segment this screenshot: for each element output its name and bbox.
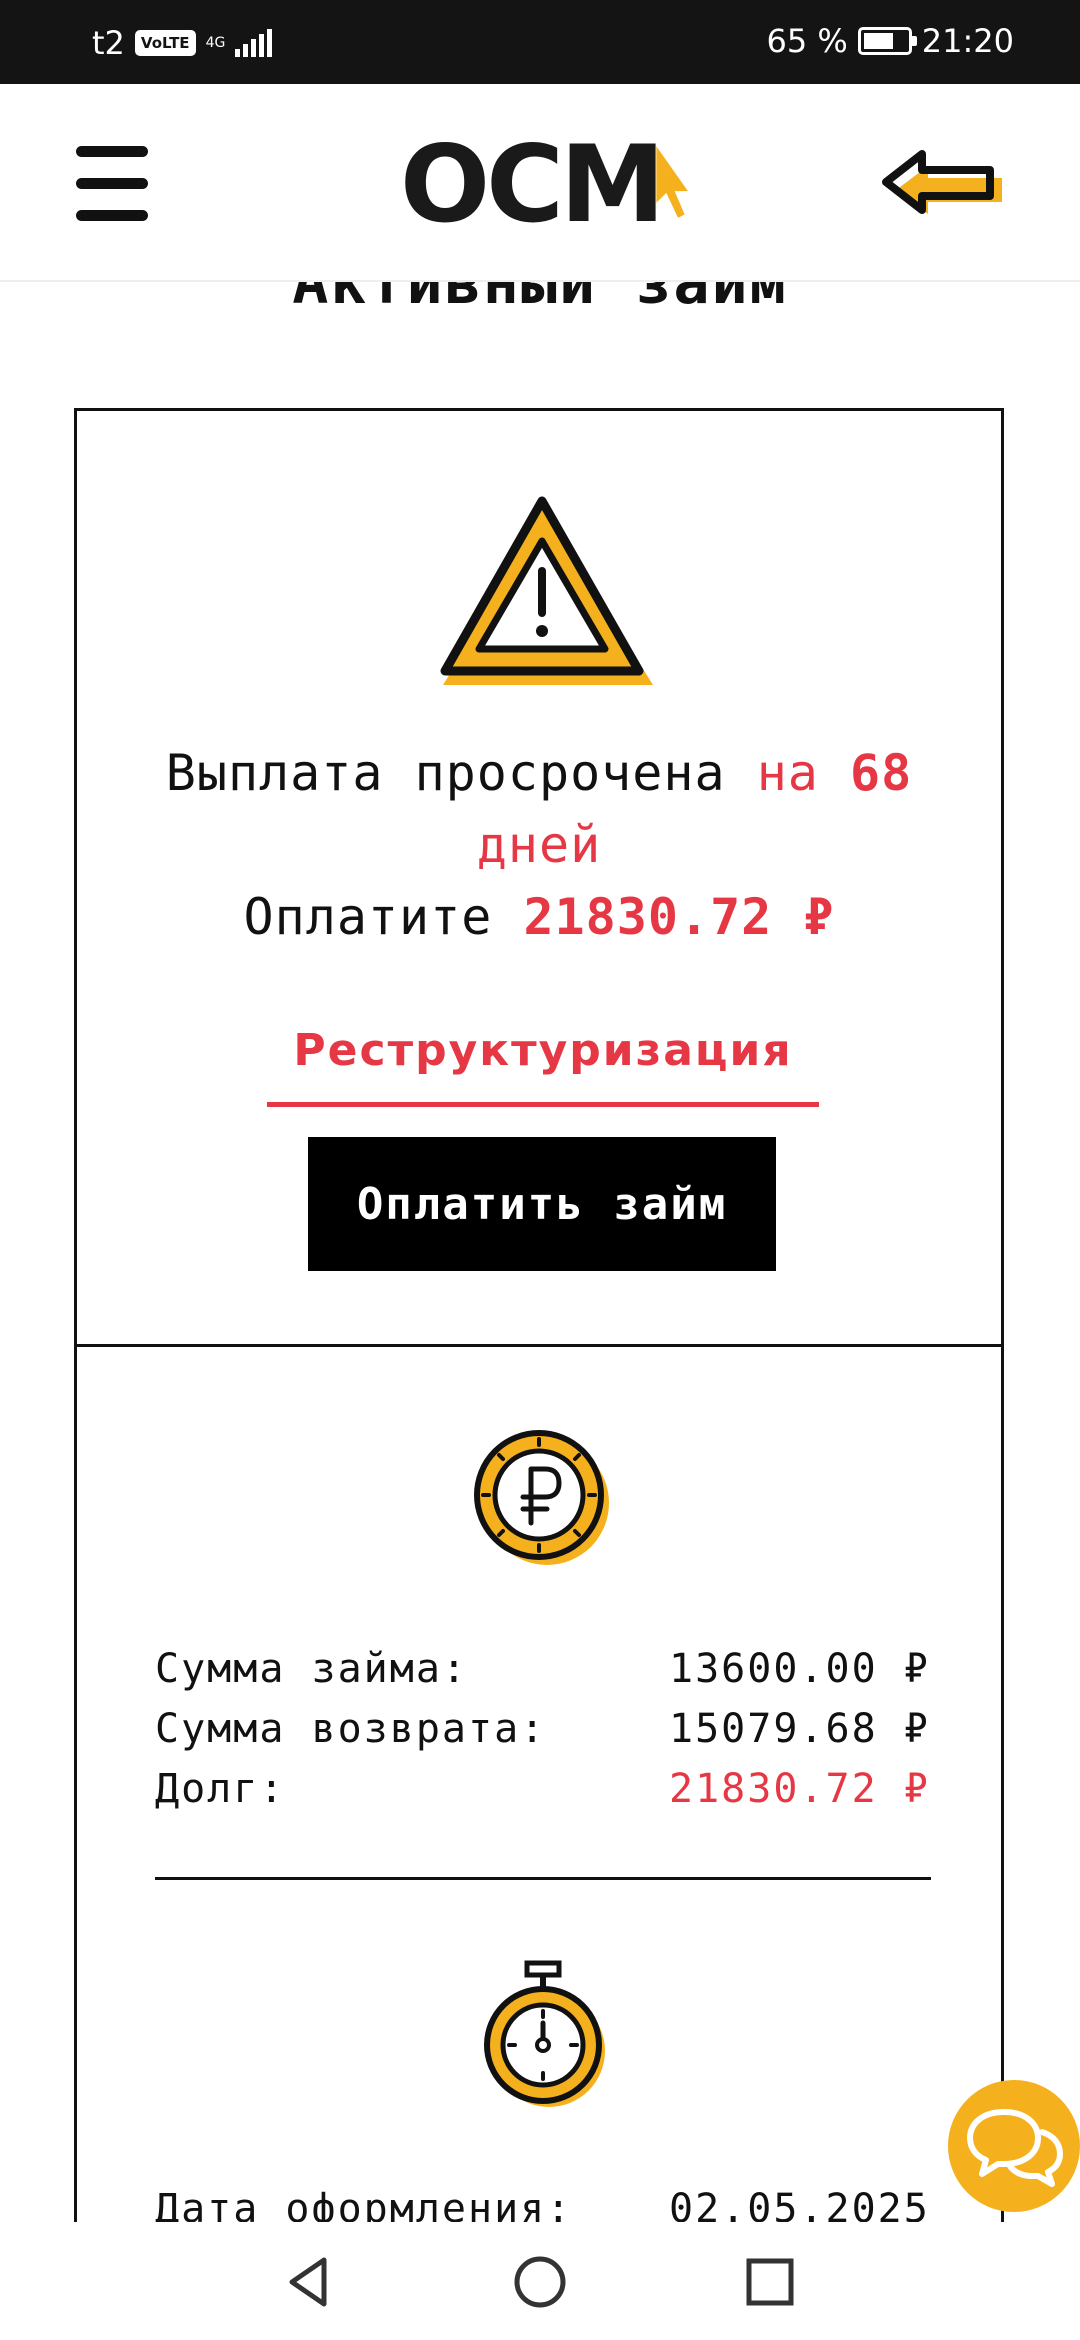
network-type: 4G [205,35,226,51]
stopwatch-icon [484,1960,605,2107]
warning-icon [440,496,653,685]
chat-support-button[interactable] [948,2080,1080,2212]
pay-loan-button[interactable]: Оплатить займ [308,1137,776,1271]
arrow-left-icon[interactable] [878,144,1002,224]
app-header: OCM [0,84,1080,282]
overdue-prefix: Выплата просрочена [165,744,757,802]
row-value: 15079.68 ₽ [669,1706,930,1752]
clock: 21:20 [921,22,1014,60]
overdue-section: Выплата просрочена на 68 дней Оплатите 2… [77,411,1001,1347]
cursor-arrow-icon [656,146,689,218]
row-label: Сумма займа: [155,1646,468,1692]
carrier-label: t2 [92,24,125,62]
overdue-days-word: дней [476,816,602,874]
status-right: 65 % 21:20 [766,22,1014,60]
pay-amount-line: Оплатите 21830.72 ₽ [77,881,1001,953]
overdue-days-count: 68 [850,744,913,802]
overdue-on: на [756,744,851,802]
ruble-coin-icon [474,1430,609,1565]
status-bar: t2 VoLTE 4G 65 % 21:20 [0,0,1080,84]
list-item: Долг: 21830.72 ₽ [155,1759,931,1819]
battery-percent: 65 % [766,22,848,60]
chat-bubbles-icon [967,2109,1063,2187]
pay-amount: 21830.72 ₽ [523,888,835,946]
row-value: 13600.00 ₽ [669,1646,930,1692]
logo-text: OCM [400,123,665,246]
volte-badge: VoLTE [134,30,196,56]
battery-icon [857,27,917,55]
pay-label: Оплатите [243,888,524,946]
loan-details-list: Сумма займа: 13600.00 ₽ Сумма возврата: … [155,1639,931,1819]
list-item: Сумма займа: 13600.00 ₽ [155,1639,931,1699]
row-label: Сумма возврата: [155,1706,547,1752]
overdue-message: Выплата просрочена на 68 дней [77,737,1001,881]
divider [155,1877,931,1880]
status-left: t2 VoLTE 4G [92,24,273,62]
brand-logo[interactable]: OCM [400,130,690,240]
signal-icon [235,29,273,57]
loan-card: Выплата просрочена на 68 дней Оплатите 2… [74,408,1004,2268]
back-nav-icon[interactable] [280,2252,340,2312]
system-nav-bar [0,2222,1080,2340]
restructure-link[interactable]: Реструктуризация [267,1001,819,1107]
hamburger-menu-icon[interactable] [72,146,152,222]
debt-value: 21830.72 ₽ [669,1766,930,1812]
row-label: Долг: [155,1766,286,1812]
recents-nav-icon[interactable] [740,2252,800,2312]
home-nav-icon[interactable] [510,2252,570,2312]
list-item: Сумма возврата: 15079.68 ₽ [155,1699,931,1759]
